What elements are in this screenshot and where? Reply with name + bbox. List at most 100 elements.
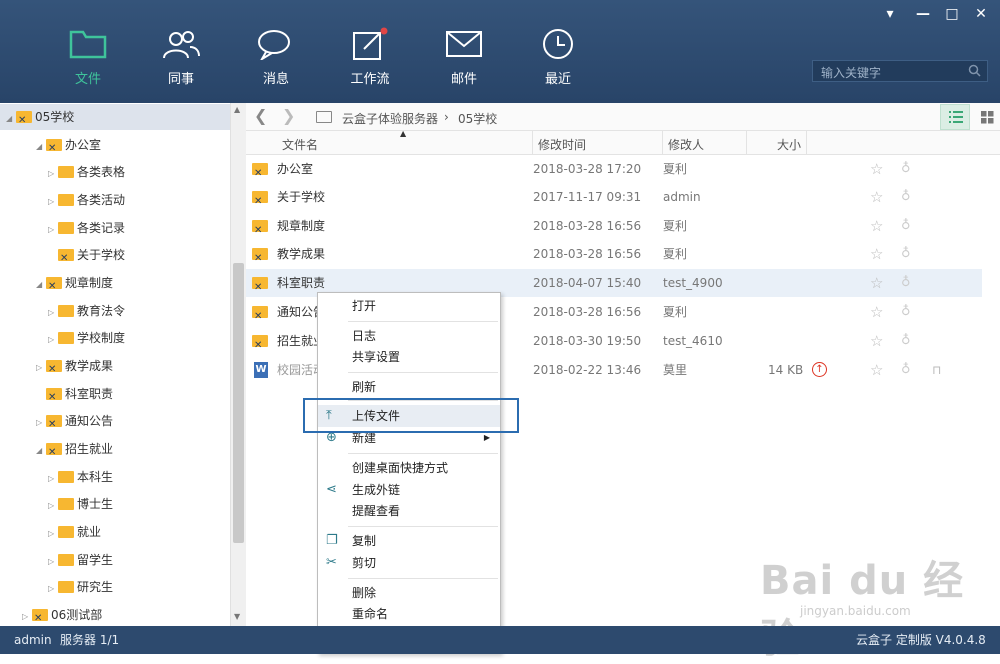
menu-share-settings[interactable]: 共享设置 <box>318 346 500 368</box>
scroll-up-icon[interactable]: ▲ <box>234 105 240 114</box>
tree-item[interactable]: ◢ 规章制度 <box>0 270 113 300</box>
collapsed-icon[interactable]: ▷ <box>48 161 58 187</box>
star-icon[interactable]: ☆ <box>870 298 883 326</box>
team-folder-icon <box>46 385 62 411</box>
star-icon[interactable]: ☆ <box>870 327 883 355</box>
collapsed-icon[interactable]: ▷ <box>48 327 58 353</box>
collapsed-icon[interactable]: ▷ <box>48 466 58 492</box>
tree-scrollbar[interactable]: ▲ ▼ <box>230 103 246 626</box>
tree-item[interactable]: ▷ 各类活动 <box>0 187 125 213</box>
menu-log[interactable]: 日志 <box>318 325 500 347</box>
file-row[interactable]: 关于学校 2017-11-17 09:31 admin ☆ ♁ <box>246 183 982 216</box>
bulb-icon[interactable]: ♁ <box>901 356 911 384</box>
breadcrumb-root[interactable]: 云盒子体验服务器 <box>342 110 438 127</box>
pin-icon[interactable]: ▾ <box>880 6 900 22</box>
tree-item[interactable]: ◢ 办公室 <box>0 132 101 162</box>
menu-open[interactable]: 打开 <box>318 295 500 317</box>
bulb-icon[interactable]: ♁ <box>901 240 911 268</box>
nav-recent[interactable]: 最近 <box>523 26 593 87</box>
collapsed-icon[interactable]: ▷ <box>22 604 32 626</box>
collapsed-icon[interactable]: ▷ <box>48 521 58 547</box>
grid-view-button[interactable] <box>976 104 1000 130</box>
tree-item[interactable]: 关于学校 <box>0 242 125 272</box>
file-name[interactable]: 关于学校 <box>277 183 325 211</box>
star-icon[interactable]: ☆ <box>870 183 883 211</box>
nav-colleagues[interactable]: 同事 <box>146 26 216 87</box>
expanded-icon[interactable]: ◢ <box>36 438 46 464</box>
menu-copy[interactable]: ❐ 复制 <box>318 530 500 552</box>
menu-delete[interactable]: 删除 <box>318 582 500 604</box>
star-icon[interactable]: ☆ <box>870 356 883 384</box>
tree-item[interactable]: ▷ 各类表格 <box>0 159 125 185</box>
star-icon[interactable]: ☆ <box>870 155 883 183</box>
nav-mail-label: 邮件 <box>450 72 477 87</box>
collapsed-icon[interactable]: ▷ <box>48 189 58 215</box>
tree-item[interactable]: ◢ 05学校 <box>0 104 230 134</box>
expanded-icon[interactable]: ◢ <box>6 106 16 132</box>
menu-cut[interactable]: ✂ 剪切 <box>318 552 500 574</box>
close-icon[interactable]: ✕ <box>971 6 991 22</box>
tree-item[interactable]: ▷ 博士生 <box>0 491 113 517</box>
expanded-icon[interactable]: ◢ <box>36 272 46 298</box>
collapsed-icon[interactable]: ▷ <box>48 549 58 575</box>
scrollbar-thumb[interactable] <box>233 263 244 543</box>
tree-item[interactable]: ▷ 学校制度 <box>0 325 125 351</box>
forward-icon[interactable]: ❯ <box>282 106 295 125</box>
menu-generate-link[interactable]: ⋖ 生成外链 <box>318 479 500 501</box>
search-icon[interactable] <box>968 64 981 80</box>
tree-item[interactable]: ▷ 06测试部 <box>0 602 102 626</box>
star-icon[interactable]: ☆ <box>870 269 883 297</box>
menu-rename[interactable]: 重命名 <box>318 603 500 625</box>
column-modifier[interactable]: 修改人 <box>668 136 704 153</box>
star-icon[interactable]: ☆ <box>870 212 883 240</box>
bulb-icon[interactable]: ♁ <box>901 212 911 240</box>
column-mtime[interactable]: 修改时间 <box>538 136 586 153</box>
collapsed-icon[interactable]: ▷ <box>48 300 58 326</box>
tree-item[interactable]: ▷ 研究生 <box>0 574 113 600</box>
tree-item[interactable]: ▷ 各类记录 <box>0 215 125 241</box>
collapsed-icon[interactable]: ▷ <box>48 217 58 243</box>
search-input[interactable]: 输入关键字 <box>812 60 988 82</box>
tree-item[interactable]: ▷ 通知公告 <box>0 408 113 438</box>
nav-files[interactable]: 文件 <box>53 26 123 87</box>
bulb-icon[interactable]: ♁ <box>901 269 911 297</box>
bulb-icon[interactable]: ♁ <box>901 327 911 355</box>
list-view-button[interactable] <box>940 104 970 130</box>
collapsed-icon[interactable]: ▷ <box>36 355 46 381</box>
file-name[interactable]: 办公室 <box>277 155 313 183</box>
collapsed-icon[interactable]: ▷ <box>48 493 58 519</box>
bulb-icon[interactable]: ♁ <box>901 183 911 211</box>
tree-item[interactable]: 科室职责 <box>0 381 113 411</box>
expanded-icon[interactable]: ◢ <box>36 134 46 160</box>
file-name[interactable]: 教学成果 <box>277 240 325 268</box>
menu-refresh[interactable]: 刷新 <box>318 376 500 398</box>
lock-icon[interactable]: ⊓ <box>932 356 941 384</box>
menu-create-shortcut[interactable]: 创建桌面快捷方式 <box>318 457 500 479</box>
file-name[interactable]: 规章制度 <box>277 212 325 240</box>
nav-workflow[interactable]: 工作流 <box>335 26 405 87</box>
back-icon[interactable]: ❮ <box>254 106 267 125</box>
breadcrumb-current[interactable]: 05学校 <box>458 110 497 127</box>
menu-remind-view[interactable]: 提醒查看 <box>318 500 500 522</box>
tree-item[interactable]: ▷ 就业 <box>0 519 101 545</box>
nav-messages[interactable]: 消息 <box>241 26 311 87</box>
star-icon[interactable]: ☆ <box>870 240 883 268</box>
tree-item[interactable]: ▷ 本科生 <box>0 464 113 490</box>
tree-item[interactable]: ▷ 教学成果 <box>0 353 113 383</box>
column-name[interactable]: 文件名 <box>282 136 318 153</box>
tree-item[interactable]: ◢ 招生就业 <box>0 436 113 466</box>
file-row[interactable]: 规章制度 2018-03-28 16:56 夏利 ☆ ♁ <box>246 212 982 245</box>
column-size[interactable]: 大小 <box>777 136 801 153</box>
maximize-icon[interactable]: □ <box>942 6 962 22</box>
tree-item[interactable]: ▷ 教育法令 <box>0 298 125 324</box>
collapsed-icon[interactable]: ▷ <box>48 576 58 602</box>
tree-item[interactable]: ▷ 留学生 <box>0 547 113 573</box>
scroll-down-icon[interactable]: ▼ <box>234 612 240 621</box>
bulb-icon[interactable]: ♁ <box>901 298 911 326</box>
file-row[interactable]: 教学成果 2018-03-28 16:56 夏利 ☆ ♁ <box>246 240 982 273</box>
file-row[interactable]: 办公室 2018-03-28 17:20 夏利 ☆ ♁ <box>246 155 982 188</box>
collapsed-icon[interactable]: ▷ <box>36 410 46 436</box>
nav-mail[interactable]: 邮件 <box>429 26 499 87</box>
bulb-icon[interactable]: ♁ <box>901 155 911 183</box>
minimize-icon[interactable]: — <box>913 6 933 22</box>
